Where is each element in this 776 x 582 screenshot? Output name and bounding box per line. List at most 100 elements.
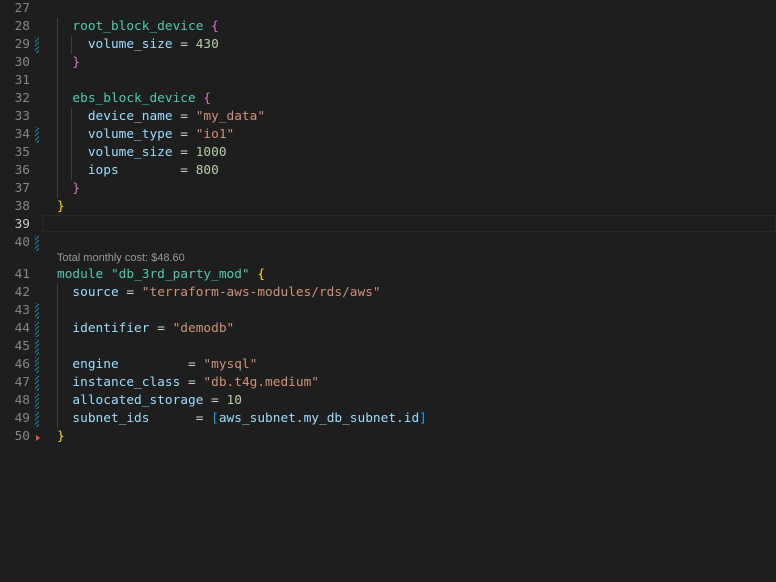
code-line[interactable]: 43 xyxy=(0,302,776,320)
code-token: subnet_ids xyxy=(72,411,150,426)
modified-line-marker xyxy=(35,321,39,337)
code-line[interactable]: 37 } xyxy=(0,180,776,198)
line-number: 39 xyxy=(14,217,30,232)
code-token: [ xyxy=(211,411,219,426)
code-token: "db_3rd_party_mod" xyxy=(110,267,250,282)
code-token: module xyxy=(57,267,104,282)
line-number: 37 xyxy=(14,181,30,196)
line-number: 33 xyxy=(14,109,30,124)
code-content: module "db_3rd_party_mod" { xyxy=(57,266,265,284)
code-token: = xyxy=(172,127,196,142)
code-line[interactable]: 46 engine = "mysql" xyxy=(0,356,776,374)
code-content: allocated_storage = 10 xyxy=(57,392,242,410)
code-line[interactable]: 31 xyxy=(0,72,776,90)
code-token: = xyxy=(172,37,196,52)
line-number: 28 xyxy=(14,19,30,34)
code-content: } xyxy=(57,198,65,216)
code-token: = xyxy=(180,375,204,390)
line-number: 42 xyxy=(14,285,30,300)
code-token: 800 xyxy=(195,163,219,178)
code-line[interactable]: 42 source = "terraform-aws-modules/rds/a… xyxy=(0,284,776,302)
code-token: volume_size xyxy=(87,145,173,160)
line-number: 46 xyxy=(14,357,30,372)
code-token: { xyxy=(257,267,266,282)
code-line[interactable]: 45 xyxy=(0,338,776,356)
modified-line-marker xyxy=(35,37,39,53)
code-token: root_block_device xyxy=(72,19,204,34)
code-token: { xyxy=(203,91,212,106)
code-token: source xyxy=(72,285,119,300)
code-line[interactable]: 47 instance_class = "db.t4g.medium" xyxy=(0,374,776,392)
code-token: = xyxy=(118,163,196,178)
modified-line-marker xyxy=(35,411,39,427)
code-line[interactable]: 28 root_block_device { xyxy=(0,18,776,36)
code-content: volume_size = 1000 xyxy=(57,144,227,162)
code-line[interactable]: 35 volume_size = 1000 xyxy=(0,144,776,162)
code-line[interactable]: 38} xyxy=(0,198,776,216)
code-token: "io1" xyxy=(195,127,235,142)
modified-line-marker xyxy=(35,339,39,355)
line-number: 45 xyxy=(14,339,30,354)
line-number: 40 xyxy=(14,235,30,250)
code-content: engine = "mysql" xyxy=(57,356,257,374)
code-line[interactable]: 50} xyxy=(0,428,776,446)
line-number: 30 xyxy=(14,55,30,70)
code-token: volume_size xyxy=(87,37,173,52)
code-token: = xyxy=(172,109,196,124)
code-token: "demodb" xyxy=(172,321,235,336)
modified-line-marker xyxy=(35,235,39,251)
cost-codelens[interactable]: Total monthly cost: $48.60 xyxy=(57,250,185,266)
code-token: aws_subnet.my_db_subnet.id xyxy=(218,411,420,426)
code-line[interactable]: 30 } xyxy=(0,54,776,72)
line-number: 49 xyxy=(14,411,30,426)
code-token: ebs_block_device xyxy=(72,91,196,106)
code-editor[interactable]: Total monthly cost: $48.60 27 28 root_blo… xyxy=(0,0,776,582)
code-token: = xyxy=(149,321,173,336)
line-number: 27 xyxy=(14,1,30,16)
code-content: ebs_block_device { xyxy=(57,90,211,108)
modified-line-marker xyxy=(35,375,39,391)
line-number: 36 xyxy=(14,163,30,178)
code-token: } xyxy=(72,181,81,196)
code-token: "db.t4g.medium" xyxy=(203,375,319,390)
code-line[interactable]: 34 volume_type = "io1" xyxy=(0,126,776,144)
modified-line-marker xyxy=(35,303,39,319)
code-line[interactable]: 49 subnet_ids = [aws_subnet.my_db_subnet… xyxy=(0,410,776,428)
code-content: subnet_ids = [aws_subnet.my_db_subnet.id… xyxy=(57,410,426,428)
code-line[interactable]: 29 volume_size = 430 xyxy=(0,36,776,54)
code-line[interactable]: 33 device_name = "my_data" xyxy=(0,108,776,126)
line-number: 47 xyxy=(14,375,30,390)
code-content: identifier = "demodb" xyxy=(57,320,234,338)
line-number: 48 xyxy=(14,393,30,408)
code-line[interactable]: 36 iops = 800 xyxy=(0,162,776,180)
code-token: = xyxy=(172,145,196,160)
code-token: { xyxy=(211,19,219,34)
code-token: } xyxy=(57,429,65,444)
code-token: 10 xyxy=(226,393,242,408)
code-token: 1000 xyxy=(195,145,227,160)
code-line[interactable]: 44 identifier = "demodb" xyxy=(0,320,776,338)
code-token: } xyxy=(72,55,81,70)
code-content: device_name = "my_data" xyxy=(57,108,265,126)
code-line[interactable]: 41 module "db_3rd_party_mod" { xyxy=(0,266,776,284)
code-token: engine xyxy=(72,357,119,372)
code-token: = xyxy=(149,411,212,426)
code-line[interactable]: 32 ebs_block_device { xyxy=(0,90,776,108)
code-content: volume_size = 430 xyxy=(57,36,219,54)
code-token: allocated_storage xyxy=(72,393,204,408)
line-number: 32 xyxy=(14,91,30,106)
code-line[interactable]: 40 xyxy=(0,234,776,252)
code-token: iops xyxy=(87,163,119,178)
code-token: = xyxy=(118,357,204,372)
code-line[interactable]: 48 allocated_storage = 10 xyxy=(0,392,776,410)
code-line[interactable]: 39 xyxy=(0,216,776,234)
line-number: 43 xyxy=(14,303,30,318)
code-content: source = "terraform-aws-modules/rds/aws" xyxy=(57,284,381,302)
modified-line-marker xyxy=(35,357,39,373)
line-number: 41 xyxy=(14,267,30,282)
code-line[interactable]: 27 xyxy=(0,0,776,18)
code-token: "terraform-aws-modules/rds/aws" xyxy=(141,285,381,300)
code-token: "mysql" xyxy=(203,357,258,372)
